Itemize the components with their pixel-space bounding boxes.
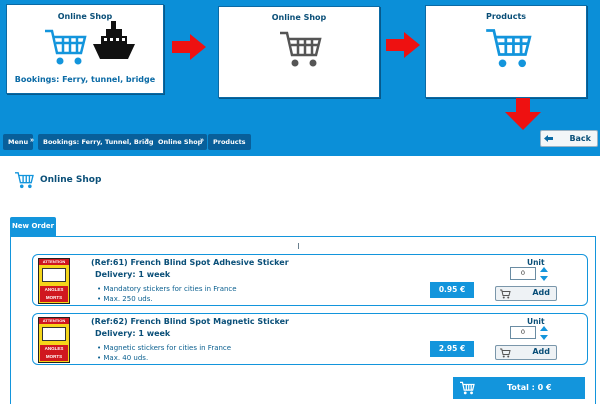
flow-card-bookings[interactable]: Online Shop Bookings: Ferry, tunnel, bri… xyxy=(6,4,164,94)
breadcrumb-separator: » xyxy=(200,137,204,144)
product-title: (Ref:62) French Blind Spot Magnetic Stic… xyxy=(91,317,289,326)
divider xyxy=(298,243,299,249)
breadcrumb-separator: » xyxy=(145,137,149,144)
arrow-right-icon xyxy=(172,34,206,60)
truck-icon xyxy=(42,268,66,282)
product-title: (Ref:61) French Blind Spot Adhesive Stic… xyxy=(91,258,289,267)
cart-icon xyxy=(45,29,87,65)
quantity-stepper[interactable] xyxy=(539,325,549,341)
arrow-down-icon xyxy=(505,98,541,130)
cart-icon xyxy=(15,172,34,189)
product-item: ATTENTION ANGLES MORTS (Ref:61) French B… xyxy=(32,254,588,306)
total-button[interactable]: Total : 0 € xyxy=(453,377,585,399)
back-arrow-icon xyxy=(544,135,553,142)
price-badge: 2.95 € xyxy=(430,341,474,357)
image-line1: ANGLES xyxy=(44,346,64,351)
image-line2: MORTS xyxy=(45,354,63,359)
tab-new-order[interactable]: New Order xyxy=(10,217,56,236)
flow-card-subtitle: Bookings: Ferry, tunnel, bridge xyxy=(14,75,156,84)
ferry-icon xyxy=(93,21,135,59)
add-to-cart-button[interactable]: Add xyxy=(495,345,557,360)
product-bullet: • Magnetic stickers for cities in France xyxy=(97,344,232,352)
price-badge: 0.95 € xyxy=(430,282,474,298)
add-to-cart-button[interactable]: Add xyxy=(495,286,557,301)
quantity-input[interactable]: 0 xyxy=(510,267,536,280)
product-bullet-text: Max. 40 uds. xyxy=(103,354,149,362)
image-line2: MORTS xyxy=(45,295,63,300)
product-image: ATTENTION ANGLES MORTS xyxy=(38,258,70,304)
arrow-right-icon xyxy=(386,32,420,58)
cart-icon xyxy=(280,31,322,67)
back-label: Back xyxy=(569,134,591,143)
product-item: ATTENTION ANGLES MORTS (Ref:62) French B… xyxy=(32,313,588,365)
flow-card-products[interactable]: Products xyxy=(425,5,587,98)
image-angles-text: ANGLES MORTS xyxy=(40,286,68,302)
add-label: Add xyxy=(532,347,550,356)
back-button[interactable]: Back xyxy=(540,130,598,147)
product-delivery: Delivery: 1 week xyxy=(95,329,171,338)
flow-card-title: Online Shop xyxy=(57,12,113,21)
product-bullet: • Mandatory stickers for cities in Franc… xyxy=(97,285,237,293)
add-label: Add xyxy=(532,288,550,297)
total-label: Total : 0 € xyxy=(507,383,552,392)
breadcrumb-item-menu[interactable]: Menu xyxy=(3,134,34,150)
breadcrumb-separator: » xyxy=(30,137,34,144)
cart-icon xyxy=(500,348,511,358)
cart-icon xyxy=(486,29,532,68)
product-delivery: Delivery: 1 week xyxy=(95,270,171,279)
quantity-stepper[interactable] xyxy=(539,266,549,282)
page-title: Online Shop xyxy=(40,175,102,185)
quantity-input[interactable]: 0 xyxy=(510,326,536,339)
product-bullet-text: Magnetic stickers for cities in France xyxy=(103,344,232,352)
product-bullet: • Max. 250 uds. xyxy=(97,295,153,303)
image-attention-text: ATTENTION xyxy=(39,318,69,324)
product-image: ATTENTION ANGLES MORTS xyxy=(38,317,70,363)
flow-card-online-shop[interactable]: Online Shop xyxy=(218,6,380,98)
flow-card-title: Products xyxy=(485,12,527,21)
cart-icon xyxy=(460,381,475,395)
flow-card-title: Online Shop xyxy=(271,13,327,22)
breadcrumb-item-products[interactable]: Products xyxy=(208,134,251,150)
product-bullet-text: Mandatory stickers for cities in France xyxy=(103,285,237,293)
image-attention-text: ATTENTION xyxy=(39,259,69,265)
cart-icon xyxy=(500,289,511,299)
product-bullet: • Max. 40 uds. xyxy=(97,354,149,362)
image-angles-text: ANGLES MORTS xyxy=(40,345,68,361)
image-line1: ANGLES xyxy=(44,287,64,292)
product-bullet-text: Max. 250 uds. xyxy=(103,295,153,303)
truck-icon xyxy=(42,327,66,341)
